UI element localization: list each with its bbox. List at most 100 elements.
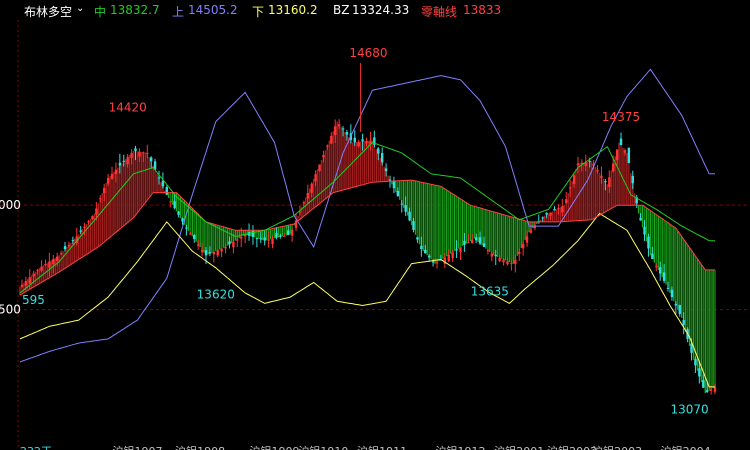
candle-body: [36, 269, 39, 271]
fill-bar: [514, 217, 517, 260]
candle-body: [263, 237, 266, 241]
fill-bar: [111, 173, 113, 236]
candle-body: [310, 183, 313, 193]
candle-body: [459, 247, 462, 253]
candle-body: [705, 390, 709, 392]
candle-body: [412, 221, 415, 230]
candle-body: [279, 235, 282, 237]
fill-bar: [714, 269, 716, 387]
candle-body: [330, 135, 333, 144]
candle-body: [482, 243, 486, 247]
candle-body: [518, 251, 521, 255]
candle-body: [639, 217, 642, 221]
x-label: 沪铝2003: [592, 444, 642, 450]
candle-body: [525, 236, 529, 243]
candle-body: [24, 281, 28, 286]
candle-body: [114, 169, 118, 175]
candle-body: [228, 241, 231, 245]
candle-body: [302, 202, 306, 204]
candle-body: [713, 386, 717, 392]
candle-body: [506, 261, 509, 265]
candle-body: [181, 218, 184, 222]
fill-bar: [494, 212, 497, 257]
candle-body: [521, 244, 525, 249]
candle-body: [95, 208, 98, 215]
fill-bar: [444, 188, 446, 258]
x-label: 232天: [20, 445, 52, 450]
candle-body: [510, 262, 513, 264]
candle-body: [149, 157, 153, 162]
fill-bar: [491, 211, 493, 254]
candle-body: [388, 179, 392, 181]
candle-body: [110, 173, 114, 179]
candle-body: [604, 181, 607, 183]
indicator-name[interactable]: 布林多空: [24, 3, 72, 20]
candle-body: [498, 257, 501, 262]
candle-body: [420, 245, 423, 250]
fill-bar: [216, 225, 219, 251]
candle-body: [427, 255, 431, 258]
fill-bar: [64, 249, 66, 269]
x-label: 沪铝1910: [298, 444, 348, 450]
fill-bar: [197, 214, 199, 245]
candle-body: [631, 175, 634, 184]
candle-body: [478, 237, 482, 244]
candle-body: [451, 252, 454, 258]
candle-body: [615, 149, 619, 161]
upper-value: 14505.2: [188, 3, 238, 17]
fill-bar: [154, 169, 156, 193]
candle-body: [306, 193, 309, 199]
candle-body: [200, 249, 204, 253]
lower-label: 下: [252, 5, 265, 19]
candle-body: [424, 249, 427, 254]
candle-body: [643, 226, 646, 235]
fill-bar: [416, 181, 419, 240]
fill-bar: [169, 192, 172, 202]
fill-bar: [502, 214, 505, 260]
bz-label: BZ: [333, 3, 350, 17]
candle-body: [674, 303, 678, 306]
fill-bar: [326, 145, 329, 198]
candle-body: [619, 138, 623, 146]
chevron-down-icon[interactable]: ⌄: [76, 3, 84, 14]
candle-body: [196, 244, 200, 246]
candle-body: [545, 212, 548, 215]
annotation-13070: 13070: [670, 402, 708, 416]
fill-bar: [342, 129, 344, 191]
candle-body: [651, 253, 654, 259]
candle-body: [455, 249, 458, 251]
candle-body: [568, 187, 572, 189]
fill-bar: [213, 224, 215, 252]
fill-bar: [686, 244, 689, 339]
candle-body: [596, 169, 599, 172]
fill-bar: [436, 185, 438, 263]
candle-body: [380, 153, 384, 163]
candle-body: [647, 236, 650, 249]
candle-body: [232, 241, 235, 248]
zero-label: 零軸线: [421, 5, 458, 19]
candle-body: [702, 380, 705, 388]
zero-value: 13833: [463, 3, 502, 17]
candle-body: [655, 266, 658, 268]
mid-value: 13832.7: [110, 3, 160, 17]
candle-body: [353, 137, 356, 143]
candle-body: [20, 284, 24, 287]
candle-body: [608, 177, 611, 187]
candle-body: [59, 253, 63, 255]
fill-bar: [667, 222, 669, 289]
candle-body: [658, 267, 662, 274]
candle-body: [177, 211, 180, 215]
lower-value: 13160.2: [268, 3, 318, 17]
fill-bar: [451, 193, 454, 253]
fill-bar: [706, 269, 708, 392]
fill-bar: [506, 215, 509, 262]
candle-body: [576, 163, 580, 166]
fill-bar: [107, 177, 109, 239]
candle-body: [240, 236, 243, 239]
candle-body: [490, 253, 494, 257]
candle-body: [627, 147, 631, 164]
y-tick-label: 500: [0, 303, 21, 317]
candle-body: [216, 250, 219, 256]
fill-bar: [522, 220, 524, 245]
candle-body: [28, 277, 31, 284]
